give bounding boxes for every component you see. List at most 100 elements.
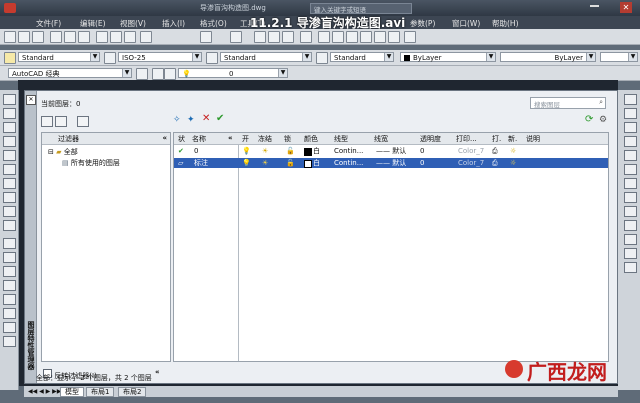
tab-layout1[interactable]: 布局1 <box>86 387 115 397</box>
workspace-settings-icon[interactable] <box>136 68 148 80</box>
ellipse-icon[interactable] <box>3 220 16 231</box>
layer-linetype[interactable]: Contin... <box>334 158 363 168</box>
gradient-icon[interactable] <box>3 294 16 305</box>
col-status[interactable]: 状 <box>178 134 185 144</box>
make-block-icon[interactable] <box>3 252 16 263</box>
preview-icon[interactable] <box>64 31 76 43</box>
layer-properties-icon[interactable] <box>152 68 164 80</box>
unlock-icon[interactable]: 🔓 <box>286 158 295 168</box>
offset-icon[interactable] <box>624 136 637 147</box>
markup-icon[interactable] <box>374 31 386 43</box>
layer-states-manager-icon[interactable] <box>77 116 89 127</box>
printer-icon[interactable]: ⎙ <box>492 146 498 156</box>
region-icon[interactable] <box>3 308 16 319</box>
sun-icon[interactable]: ☀ <box>262 146 268 156</box>
properties-icon[interactable] <box>318 31 330 43</box>
menu-help[interactable]: 帮助(H) <box>492 18 519 29</box>
polygon-icon[interactable] <box>3 136 16 147</box>
menu-format[interactable]: 格式(O) <box>200 18 227 29</box>
tab-model[interactable]: 模型 <box>60 387 84 397</box>
linetype-select[interactable]: ByLayer ▼ <box>500 52 596 62</box>
col-new-vp-freeze[interactable]: 新. <box>508 134 517 144</box>
layer-select[interactable]: 💡 0 ▼ <box>178 68 288 78</box>
tab-layout2[interactable]: 布局2 <box>118 387 147 397</box>
tree-item-all[interactable]: ⊟ ▰ 全部 <box>48 147 78 157</box>
pan-icon[interactable] <box>254 31 266 43</box>
open-icon[interactable] <box>18 31 30 43</box>
layer-row[interactable]: ✔ 0 💡 ☀ 🔓 白 Contin... —— 默认 0 Color_7 ⎙ … <box>174 146 608 156</box>
menu-window[interactable]: 窗口(W) <box>452 18 480 29</box>
layer-lineweight[interactable]: —— 默认 <box>376 146 406 156</box>
tool-palettes-icon[interactable] <box>346 31 358 43</box>
redo-icon[interactable] <box>230 31 242 43</box>
viewport-freeze-icon[interactable]: ☼ <box>510 146 516 156</box>
menu-params[interactable]: 参数(P) <box>410 18 435 29</box>
print-icon[interactable] <box>50 31 62 43</box>
menu-view[interactable]: 视图(V) <box>120 18 146 29</box>
zoom-previous-icon[interactable] <box>300 31 312 43</box>
col-plot-style[interactable]: 打印... <box>456 134 477 144</box>
dim-style-select[interactable]: ISO-25 ▼ <box>118 52 202 62</box>
new-layer-icon[interactable]: ✧ <box>173 115 183 125</box>
copy-icon[interactable] <box>110 31 122 43</box>
close-icon[interactable]: ✕ <box>26 95 36 105</box>
menu-insert[interactable]: 插入(I) <box>162 18 185 29</box>
calculator-icon[interactable] <box>388 31 400 43</box>
workspace-select[interactable]: AutoCAD 经典 ▼ <box>8 68 132 78</box>
array-icon[interactable] <box>624 150 637 161</box>
new-layer-frozen-icon[interactable]: ✦ <box>187 115 197 125</box>
new-group-filter-icon[interactable] <box>55 116 67 127</box>
col-transparency[interactable]: 透明度 <box>420 134 441 144</box>
hatch-icon[interactable] <box>3 280 16 291</box>
col-color[interactable]: 颜色 <box>304 134 318 144</box>
sheet-set-icon[interactable] <box>360 31 372 43</box>
revision-cloud-icon[interactable] <box>3 192 16 203</box>
polyline-icon[interactable] <box>3 122 16 133</box>
construction-line-icon[interactable] <box>3 108 16 119</box>
rectangle-icon[interactable] <box>3 150 16 161</box>
design-center-icon[interactable] <box>332 31 344 43</box>
unlock-icon[interactable]: 🔓 <box>286 146 295 156</box>
table-style-select[interactable]: Standard ▼ <box>220 52 312 62</box>
color-select[interactable]: ByLayer ▼ <box>400 52 496 62</box>
col-name[interactable]: 名称 <box>192 134 206 144</box>
copy-object-icon[interactable] <box>624 108 637 119</box>
layer-state-icon[interactable] <box>164 68 176 80</box>
new-property-filter-icon[interactable] <box>41 116 53 127</box>
spline-icon[interactable] <box>3 206 16 217</box>
circle-icon[interactable] <box>3 178 16 189</box>
insert-block-icon[interactable] <box>3 238 16 249</box>
collapse-icon[interactable]: « <box>228 134 233 142</box>
collapse-icon[interactable]: « <box>162 134 167 142</box>
col-lock[interactable]: 锁 <box>284 134 291 144</box>
bulb-icon[interactable]: 💡 <box>242 158 251 168</box>
multileader-style-select[interactable]: Standard ▼ <box>330 52 394 62</box>
color-swatch[interactable] <box>304 148 312 156</box>
lineweight-select[interactable]: ▼ <box>600 52 638 62</box>
save-icon[interactable] <box>32 31 44 43</box>
mirror-icon[interactable] <box>624 122 637 133</box>
multiline-text-icon[interactable] <box>3 336 16 347</box>
scale-icon[interactable] <box>624 192 637 203</box>
cut-icon[interactable] <box>96 31 108 43</box>
fillet-icon[interactable] <box>624 248 637 259</box>
layer-lineweight[interactable]: —— 默认 <box>376 158 406 168</box>
search-box[interactable]: 键入关键字或短语 <box>310 3 412 14</box>
match-properties-icon[interactable] <box>140 31 152 43</box>
explode-icon[interactable] <box>624 262 637 273</box>
refresh-icon[interactable]: ⟳ <box>585 115 595 125</box>
zoom-realtime-icon[interactable] <box>268 31 280 43</box>
undo-icon[interactable] <box>200 31 212 43</box>
extend-icon[interactable] <box>624 234 637 245</box>
line-icon[interactable] <box>3 94 16 105</box>
layer-linetype[interactable]: Contin... <box>334 146 363 156</box>
trim-icon[interactable] <box>624 220 637 231</box>
col-on[interactable]: 开 <box>242 134 249 144</box>
settings-icon[interactable]: ⚙ <box>599 115 609 125</box>
set-current-icon[interactable]: ✔ <box>216 114 226 124</box>
menu-file[interactable]: 文件(F) <box>36 18 61 29</box>
tree-expand-icon[interactable]: ⊟ <box>48 148 54 156</box>
col-linetype[interactable]: 线型 <box>334 134 348 144</box>
move-icon[interactable] <box>624 164 637 175</box>
point-icon[interactable] <box>3 266 16 277</box>
